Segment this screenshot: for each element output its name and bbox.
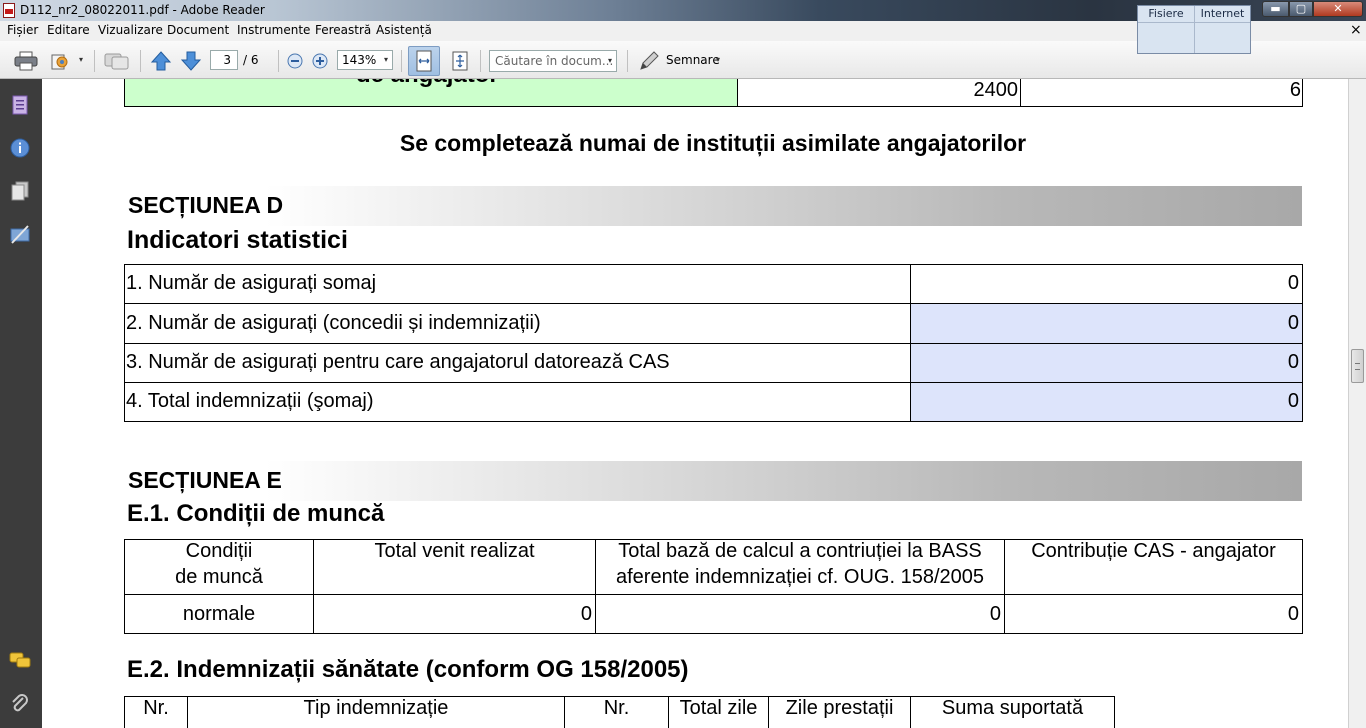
section-e-band: SECȚIUNEA E <box>124 461 1302 501</box>
table-header: Total venit realizat <box>374 540 535 562</box>
table-header: Total zile <box>679 697 758 719</box>
pen-icon[interactable] <box>638 51 660 71</box>
sign-dropdown-icon[interactable]: ▾ <box>716 55 720 64</box>
info-icon[interactable] <box>9 137 31 159</box>
table-row-value[interactable]: 0 <box>912 312 1299 335</box>
fit-page-icon[interactable] <box>450 51 470 71</box>
pdf-file-icon <box>3 3 15 18</box>
sign-menu-button[interactable]: Semnare <box>666 53 720 67</box>
arrow-down-icon[interactable] <box>180 51 202 71</box>
cell-value: 2400 <box>973 79 1019 101</box>
table-row-label: 4. Total indemnizații (şomaj) <box>126 390 374 412</box>
navigation-pane <box>0 79 42 728</box>
table-header: Contribuție CAS - angajator <box>1031 540 1276 562</box>
search-input[interactable]: Căutare în docum... <box>489 50 617 72</box>
row-label: de angajator <box>356 79 499 89</box>
notice-heading: Se completează numai de instituții asimi… <box>399 130 1027 156</box>
fit-width-icon <box>416 50 432 72</box>
section-d-subtitle: Indicatori statistici <box>127 226 348 254</box>
table-row-value[interactable]: 0 <box>912 390 1299 413</box>
close-document-icon[interactable]: × <box>1350 22 1362 38</box>
table-header: Nr. <box>603 697 630 719</box>
attachment-icon[interactable] <box>9 693 31 715</box>
minimize-button[interactable]: ▬ <box>1262 1 1289 17</box>
section-d-band: SECȚIUNEA D <box>124 186 1302 226</box>
section-d-title: SECȚIUNEA D <box>128 192 284 218</box>
table-row-label: 3. Număr de asigurați pentru care angaja… <box>126 351 670 373</box>
tab-internet[interactable]: Internet <box>1195 6 1250 23</box>
separator <box>627 50 628 72</box>
e1-title: E.1. Condiții de muncă <box>127 500 385 527</box>
separator <box>401 50 402 72</box>
table-cell: normale <box>182 603 256 625</box>
table-row-label: 1. Număr de asigurați somaj <box>126 272 377 294</box>
floating-panel: Fisiere Internet <box>1137 5 1251 54</box>
table-cell[interactable]: 0 <box>1005 603 1299 626</box>
table-cell[interactable]: 0 <box>596 603 1001 626</box>
page-total: / 6 <box>243 53 259 67</box>
cell-value: 6 <box>1289 79 1301 101</box>
arrow-up-icon[interactable] <box>150 51 172 71</box>
menu-document[interactable]: Document <box>167 23 229 37</box>
table-row-label: 2. Număr de asigurați (concedii și indem… <box>126 312 541 334</box>
close-button[interactable]: ✕ <box>1313 1 1363 17</box>
table-header: Nr. <box>143 697 169 719</box>
table-header: Total bază de calcul a contriuției la BA… <box>618 540 982 562</box>
menu-asistenta[interactable]: Asistență <box>376 23 432 37</box>
separator <box>480 50 481 72</box>
table-header: Tip indemnizație <box>303 697 449 719</box>
signatures-icon[interactable] <box>9 223 31 245</box>
table-header: Condiții <box>185 540 253 562</box>
window-title: D112_nr2_08022011.pdf - Adobe Reader <box>20 3 265 17</box>
separator <box>140 50 141 72</box>
share-icon[interactable] <box>50 51 72 71</box>
document-page: de angajator 2400 6 Se completează numai… <box>42 79 1348 728</box>
table-row-value[interactable]: 0 <box>912 272 1299 295</box>
page-number-input[interactable]: 3 <box>210 50 238 70</box>
tab-fisiere[interactable]: Fisiere <box>1138 6 1195 23</box>
table-header: Suma suportată <box>941 697 1084 719</box>
menu-fisier[interactable]: Fișier <box>7 23 38 37</box>
pages-icon[interactable] <box>9 180 31 202</box>
table-header: aferente indemnizației cf. OUG. 158/2005 <box>616 566 984 588</box>
vertical-scrollbar[interactable] <box>1348 79 1366 728</box>
panel-column <box>1138 23 1195 53</box>
separator <box>278 50 279 72</box>
table-cell[interactable]: 0 <box>314 603 592 626</box>
zoom-in-icon[interactable] <box>312 53 328 69</box>
table-header: de muncă <box>175 566 263 588</box>
maximize-button[interactable]: ▢ <box>1289 1 1313 17</box>
e2-title: E.2. Indemnizații sănătate (conform OG 1… <box>127 656 689 683</box>
fit-width-button[interactable] <box>408 46 440 76</box>
menu-editare[interactable]: Editare <box>47 23 90 37</box>
page-thumbnails-icon[interactable] <box>9 94 31 116</box>
comments-icon[interactable] <box>9 649 31 671</box>
menu-vizualizare[interactable]: Vizualizare <box>98 23 163 37</box>
printer-icon[interactable] <box>14 51 38 71</box>
section-e-title: SECȚIUNEA E <box>128 467 282 493</box>
comment-icon[interactable] <box>104 51 130 71</box>
share-dropdown-icon[interactable]: ▾ <box>79 55 83 64</box>
search-dropdown-icon[interactable]: ▾ <box>608 56 612 65</box>
table-row-value[interactable]: 0 <box>912 351 1299 374</box>
zoom-dropdown-icon[interactable]: ▾ <box>384 55 388 64</box>
zoom-out-icon[interactable] <box>287 53 303 69</box>
scrollbar-thumb[interactable] <box>1351 349 1364 383</box>
separator <box>94 50 95 72</box>
menu-fereastra[interactable]: Fereastră <box>315 23 371 37</box>
menu-instrumente[interactable]: Instrumente <box>237 23 310 37</box>
table-header: Zile prestații <box>785 697 894 719</box>
